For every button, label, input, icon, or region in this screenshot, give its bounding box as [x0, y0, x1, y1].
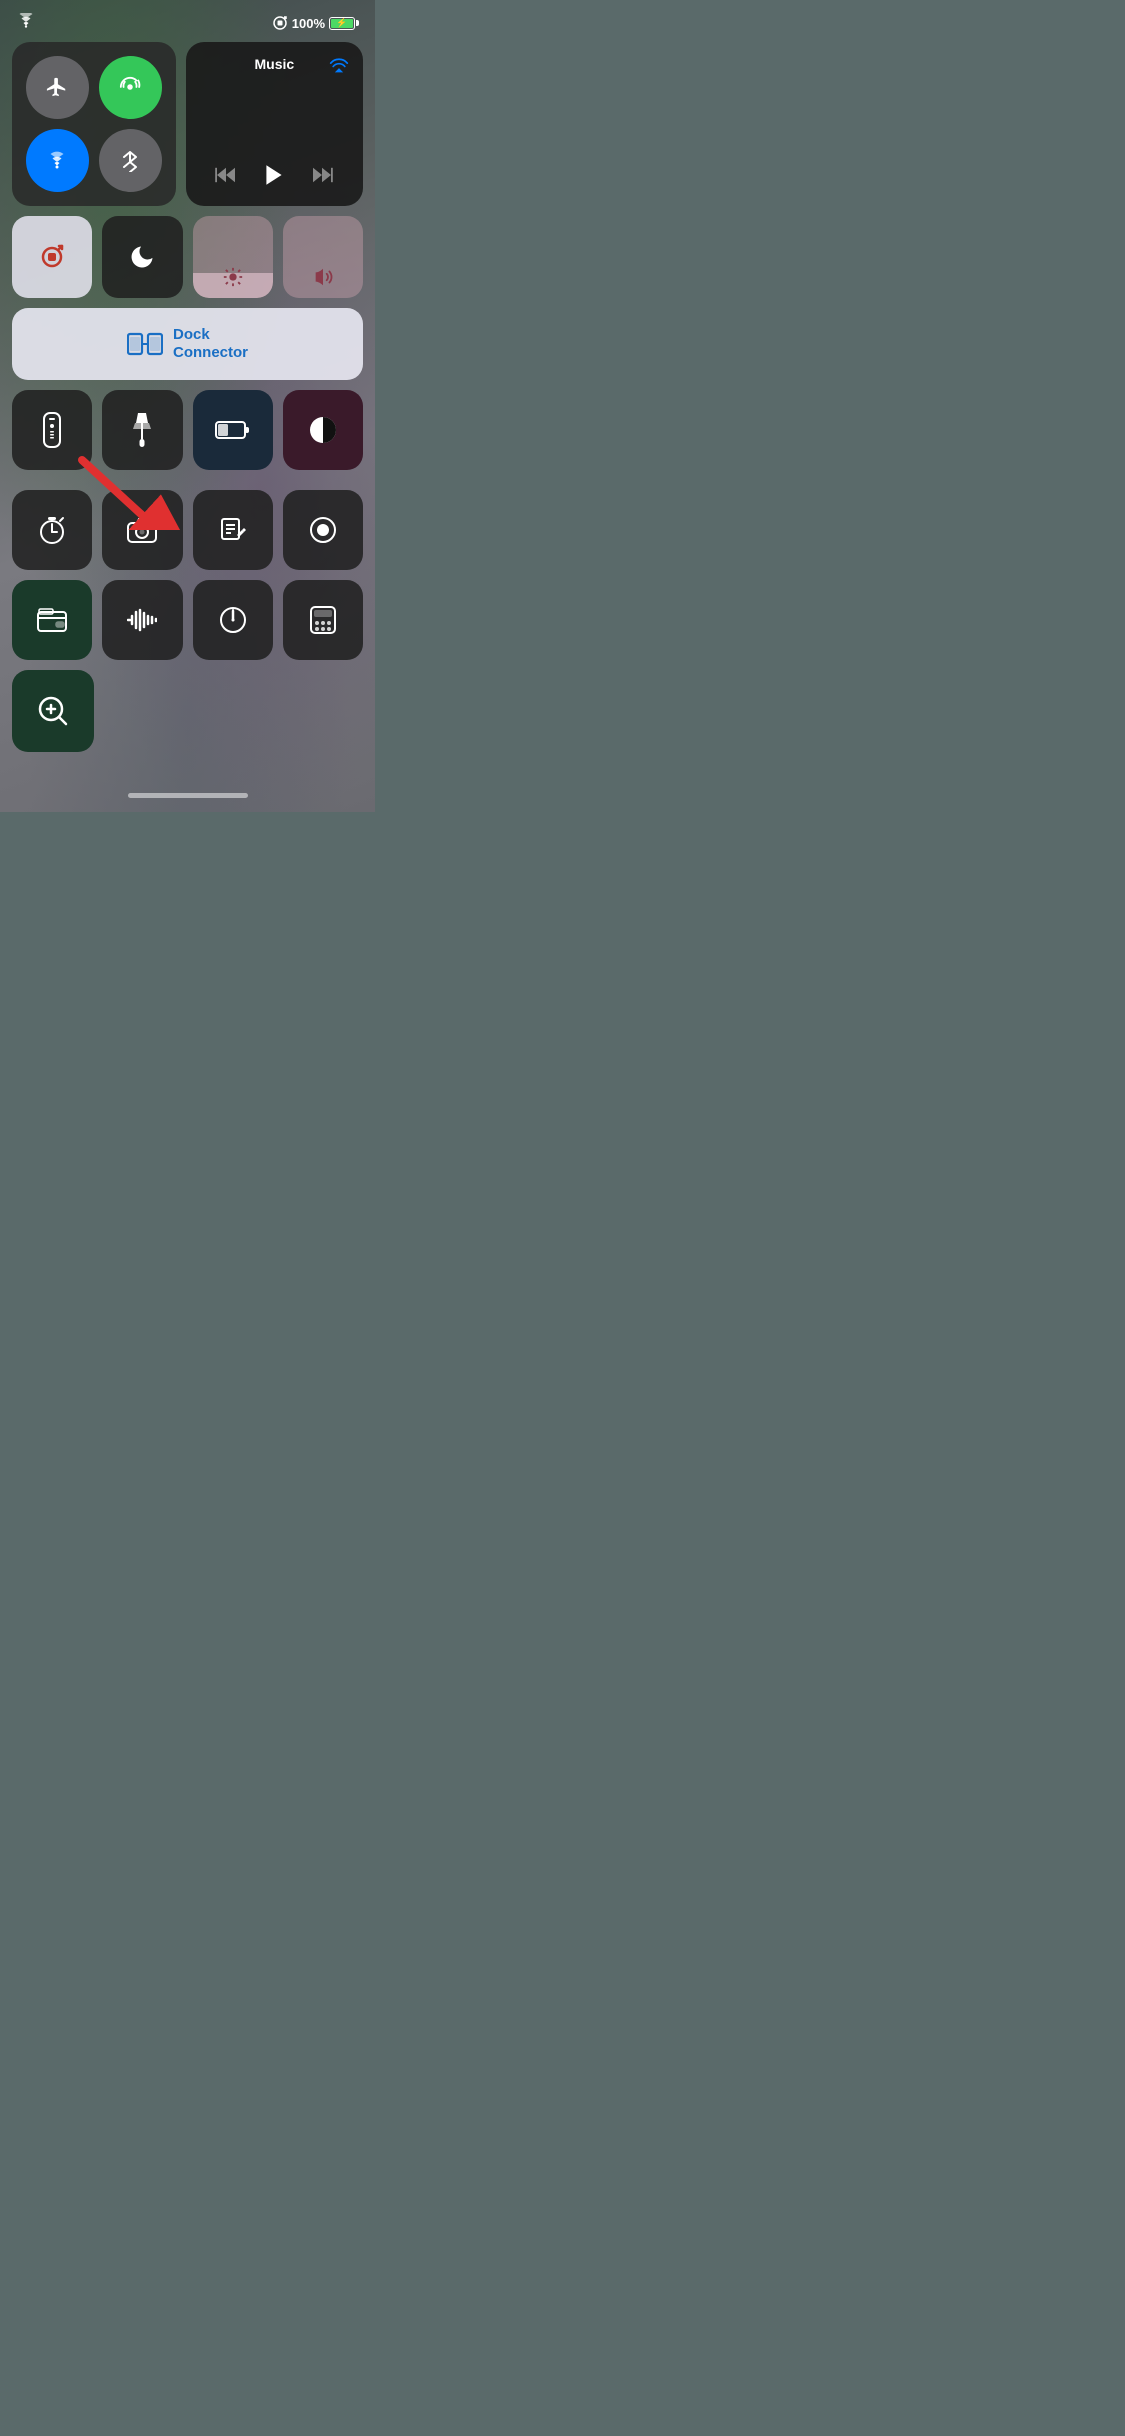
rotation-lock-button[interactable] — [12, 216, 92, 298]
control-center-screen: 100% ⚡ — [0, 0, 375, 812]
rotation-lock-icon — [37, 242, 67, 272]
dock-connector-label-line1: Dock — [173, 326, 210, 344]
music-title: Music — [220, 56, 329, 72]
bluetooth-button[interactable] — [99, 129, 162, 192]
magnifier-icon — [37, 695, 69, 727]
connectivity-panel — [12, 42, 176, 206]
dock-connector-label-group: Dock Connector — [173, 326, 248, 362]
lock-rotation-icon — [272, 15, 288, 31]
music-controls — [200, 162, 349, 194]
volume-slider[interactable] — [283, 216, 363, 298]
wifi-button[interactable] — [26, 129, 89, 192]
home-bar — [128, 793, 248, 798]
volume-icon — [312, 266, 334, 288]
waveform-icon — [127, 608, 157, 632]
music-header: Music — [200, 54, 349, 74]
dock-connector-label-line2: Connector — [173, 344, 248, 362]
battery-low-icon — [215, 420, 251, 440]
fast-forward-icon — [311, 166, 333, 184]
invert-colors-icon — [308, 415, 338, 445]
row-magnifier — [12, 670, 363, 752]
notes-icon — [220, 517, 246, 543]
wifi-large-icon — [46, 151, 68, 169]
play-icon — [261, 162, 287, 188]
sound-recognition-button[interactable] — [102, 580, 182, 660]
battery-percentage: 100% — [292, 16, 325, 31]
airplane-icon — [46, 76, 68, 98]
calculator-icon — [310, 606, 336, 634]
home-indicator — [12, 785, 363, 802]
cellular-button[interactable] — [99, 56, 162, 119]
do-not-disturb-button[interactable] — [102, 216, 182, 298]
play-button[interactable] — [261, 162, 287, 194]
brightness-slider[interactable] — [193, 216, 273, 298]
row-connectivity-music: Music — [12, 42, 363, 206]
cellular-icon — [119, 76, 141, 98]
next-button[interactable] — [311, 166, 333, 189]
invert-colors-button[interactable] — [283, 390, 363, 470]
clock-button[interactable] — [193, 580, 273, 660]
magnifier-button[interactable] — [12, 670, 94, 752]
control-center-content: Music — [12, 42, 363, 785]
wifi-status — [16, 13, 36, 33]
record-icon — [309, 516, 337, 544]
clock-icon — [219, 606, 247, 634]
low-battery-button[interactable] — [193, 390, 273, 470]
calculator-button[interactable] — [283, 580, 363, 660]
status-right: 100% ⚡ — [272, 15, 359, 31]
brightness-icon — [222, 266, 244, 288]
airplane-mode-button[interactable] — [26, 56, 89, 119]
row-dock-connector: Dock Connector — [12, 308, 363, 380]
wallet-icon — [37, 608, 67, 632]
music-panel[interactable]: Music — [186, 42, 363, 206]
remote-icon — [41, 412, 63, 448]
flashlight-icon — [130, 413, 154, 447]
rewind-icon — [215, 166, 237, 184]
row-icons-3 — [12, 580, 363, 660]
row-quick-controls — [12, 216, 363, 298]
previous-button[interactable] — [215, 166, 237, 189]
airplay-icon[interactable] — [329, 54, 349, 74]
battery-icon: ⚡ — [329, 17, 359, 30]
dock-connector-icon — [127, 330, 163, 358]
bluetooth-icon — [122, 148, 138, 172]
moon-icon — [128, 243, 156, 271]
wallet-button[interactable] — [12, 580, 92, 660]
wifi-icon — [16, 13, 36, 28]
status-bar: 100% ⚡ — [12, 14, 363, 42]
red-arrow-icon — [62, 450, 182, 530]
notes-button[interactable] — [193, 490, 273, 570]
dock-connector-button[interactable]: Dock Connector — [12, 308, 363, 380]
screen-record-button[interactable] — [283, 490, 363, 570]
